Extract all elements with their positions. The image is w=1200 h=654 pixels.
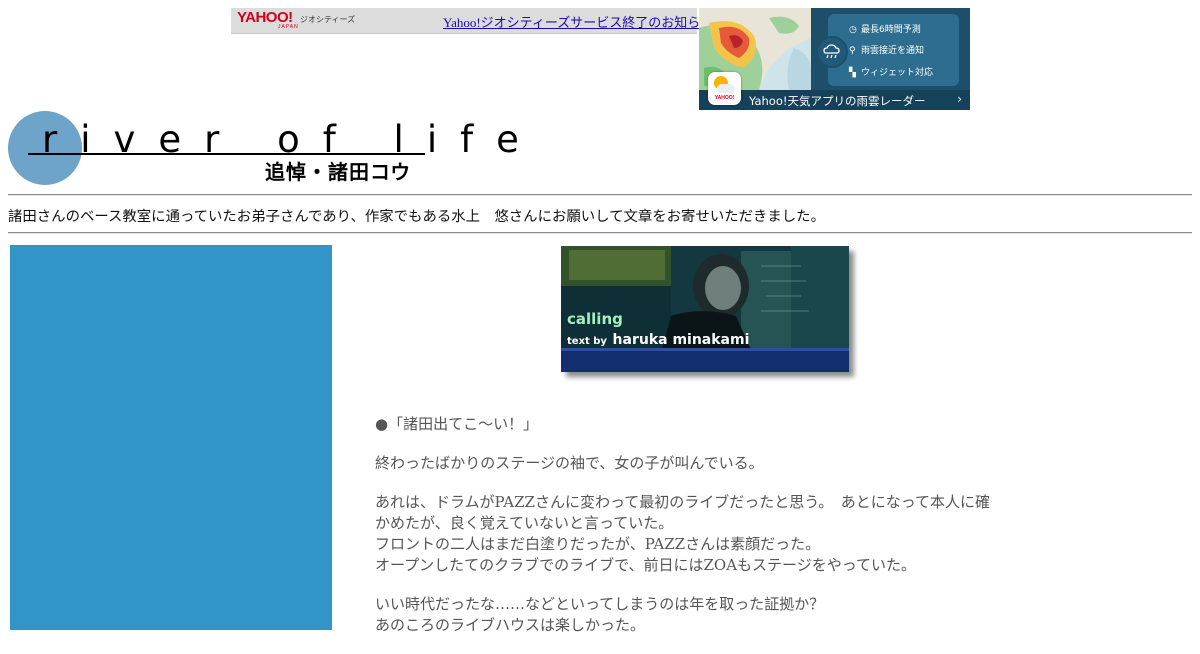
geocities-notice-bar: YAHOO! JAPAN ジオシティーズ Yahoo!ジオシティーズサービス終了…: [231, 8, 713, 34]
article-line: いい時代だったな……などといってしまうのは年を取った証拠か？: [375, 595, 825, 613]
divider-top: [8, 194, 1192, 196]
banner-by-prefix: text by: [567, 336, 607, 347]
article-line: オープンしたてのクラブでのライブで、前日にはZOAもステージをやっていた。: [375, 556, 917, 574]
article-line: あのころのライブハウスは楽しかった。: [375, 616, 646, 634]
calling-banner-image: calling text by haruka minakami: [561, 246, 849, 372]
banner-title: calling: [567, 310, 623, 328]
article-line: フロントの二人はまだ白塗りだったが、PAZZさんは素顔だった。: [375, 535, 821, 553]
app-icon-label: YAHOO!: [714, 95, 735, 101]
chevron-right-icon: ›: [957, 92, 962, 106]
pin-icon: ⚲: [849, 46, 856, 56]
intro-text: 諸田さんのベース教室に通っていたお弟子さんであり、作家でもある水上 悠さんにお願…: [8, 209, 825, 225]
yahoo-logo-japan: JAPAN: [278, 24, 299, 30]
article-line: 終わったばかりのステージの袖で、女の子が叫んでいる。: [375, 454, 764, 472]
ad-feature-label: ウィジェット対応: [861, 68, 934, 78]
yahoo-logo[interactable]: YAHOO!: [237, 10, 293, 25]
article-line: かめたが、良く覚えていないと言っていた。: [375, 514, 674, 532]
service-end-notice-link[interactable]: Yahoo!ジオシティーズサービス終了のお知らせ: [443, 12, 713, 31]
ad-feature-notify: ⚲ 雨雲接近を通知: [849, 43, 924, 56]
banner-byline: text by haruka minakami: [567, 329, 749, 348]
ad-feature-label: 雨雲接近を通知: [861, 46, 925, 56]
article-paragraph: 終わったばかりのステージの袖で、女の子が叫んでいる。: [375, 453, 1055, 474]
ad-feature-label: 最長6時間予測: [861, 25, 921, 35]
sidebar-panel: [10, 245, 332, 630]
article-line: ●「諸田出てこ～い！」: [375, 415, 539, 433]
widget-icon: ▚: [849, 68, 856, 78]
article-paragraph: ●「諸田出てこ～い！」: [375, 414, 1055, 435]
ad-feature-forecast: ◷ 最長6時間予測: [849, 22, 921, 35]
article-body: ●「諸田出てこ～い！」 終わったばかりのステージの袖で、女の子が叫んでいる。 あ…: [375, 414, 1055, 654]
title-underline: [28, 153, 425, 155]
clock-icon: ◷: [849, 25, 857, 35]
rain-cloud-icon: [816, 36, 848, 68]
banner-author: haruka minakami: [612, 332, 750, 348]
weather-app-icon: YAHOO!: [708, 72, 741, 105]
weather-app-ad[interactable]: ◷ 最長6時間予測 ⚲ 雨雲接近を通知 ▚ ウィジェット対応 Yahoo!天気アプリの…: [699, 8, 970, 110]
divider-bottom: [8, 232, 1192, 234]
article-line: あれは、ドラムがPAZZさんに変わって最初のライブだったと思う。 あとになって本…: [375, 493, 991, 511]
ad-footer-text: Yahoo!天気アプリの雨雲レーダー: [749, 94, 926, 108]
ad-feature-widget: ▚ ウィジェット対応: [849, 65, 933, 78]
article-paragraph: あれは、ドラムがPAZZさんに変わって最初のライブだったと思う。 あとになって本…: [375, 492, 1055, 576]
geocities-service-name: ジオシティーズ: [300, 15, 356, 24]
site-subtitle: 追悼・諸田コウ: [265, 160, 412, 184]
banner-photo: [561, 246, 849, 372]
